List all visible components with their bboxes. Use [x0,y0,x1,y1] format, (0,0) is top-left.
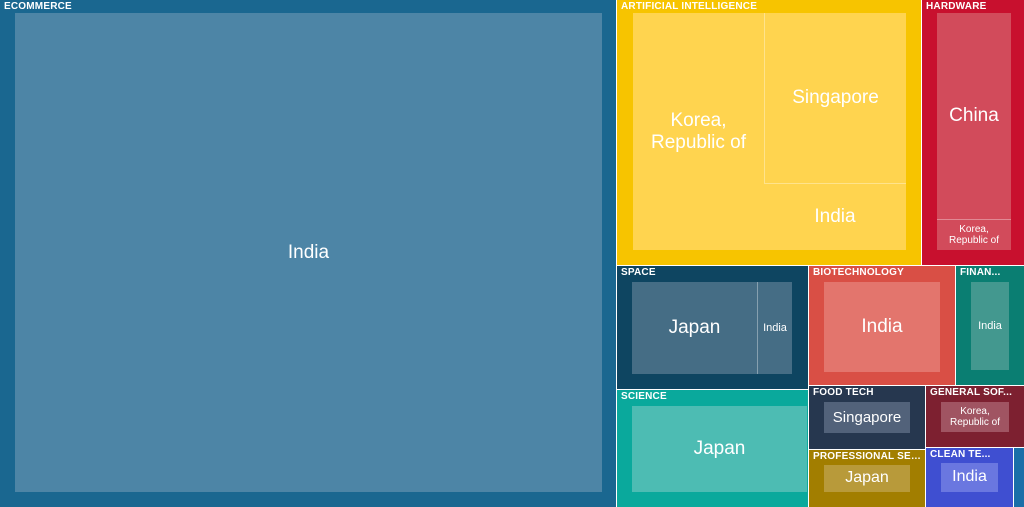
treemap-category-food-tech[interactable]: FOOD TECH Singapore [809,386,925,449]
category-label: ARTIFICIAL INTELLIGENCE [621,1,758,12]
leaf-label: China [949,105,999,127]
category-label: ECOMMERCE [4,1,72,12]
treemap-leaf[interactable]: Japan [632,406,807,492]
leaf-label: Japan [668,317,721,339]
treemap-leaf[interactable]: Korea, Republic of [937,219,1011,250]
treemap-category-ecommerce[interactable]: ECOMMERCE India [0,0,616,507]
treemap-category-space[interactable]: SPACE Japan India [617,266,808,389]
treemap-leaf[interactable]: India [941,463,998,492]
category-label: CLEAN TE... [930,449,991,460]
category-label: SCIENCE [621,391,667,402]
treemap-category-professional-ser[interactable]: PROFESSIONAL SER... Japan [809,450,925,507]
leaf-label: Korea, Republic of [650,109,747,153]
treemap-leaf[interactable]: Japan [824,465,910,492]
treemap-category-finan[interactable]: FINAN... India [956,266,1024,385]
leaf-label: Japan [693,438,746,460]
treemap-leaf[interactable]: Singapore [764,13,906,183]
treemap-leaf[interactable]: India [824,282,940,372]
treemap-category-general-sof[interactable]: GENERAL SOF... Korea, Republic of [926,386,1024,447]
category-label: SPACE [621,267,656,278]
treemap-leaf[interactable]: India [764,183,906,250]
leaf-label: India [952,468,987,486]
leaf-label: India [861,316,903,338]
treemap-chart: ECOMMERCE India ARTIFICIAL INTELLIGENCE Kor… [0,0,1024,507]
category-label: FOOD TECH [813,387,874,398]
leaf-label: Singapore [792,87,879,109]
treemap-leaf[interactable]: India [757,282,792,374]
leaf-label: India [978,319,1002,332]
treemap-category-hardware[interactable]: HARDWARE China Korea, Republic of [922,0,1024,265]
treemap-leaf[interactable]: India [971,282,1009,370]
treemap-leaf[interactable]: China [937,13,1011,219]
leaf-label: India [814,206,856,228]
leaf-label: Japan [845,469,889,487]
category-label: FINAN... [960,267,1001,278]
category-label: GENERAL SOF... [930,387,1013,398]
treemap-leaf[interactable]: Singapore [824,402,910,433]
treemap-category-unlabeled[interactable] [1014,448,1024,507]
treemap-category-biotechnology[interactable]: BIOTECHNOLOGY India [809,266,955,385]
leaf-label: Singapore [832,408,902,426]
treemap-leaf[interactable]: Japan [632,282,757,374]
treemap-leaf[interactable]: Korea, Republic of [941,402,1009,432]
treemap-category-science[interactable]: SCIENCE Japan [617,390,808,507]
treemap-category-clean-te[interactable]: CLEAN TE... India [926,448,1013,507]
category-label: HARDWARE [926,1,987,12]
leaf-label: Korea, Republic of [948,223,1000,247]
leaf-label: India [287,241,330,263]
leaf-label: Korea, Republic of [949,405,1001,429]
treemap-leaf[interactable]: India [15,13,602,492]
treemap-category-artificial-intelligence[interactable]: ARTIFICIAL INTELLIGENCE Korea, Republic o… [617,0,921,265]
leaf-label: India [763,321,787,334]
treemap-leaf[interactable]: Korea, Republic of [633,13,764,250]
category-label: BIOTECHNOLOGY [813,267,904,278]
category-label: PROFESSIONAL SER... [813,451,923,462]
